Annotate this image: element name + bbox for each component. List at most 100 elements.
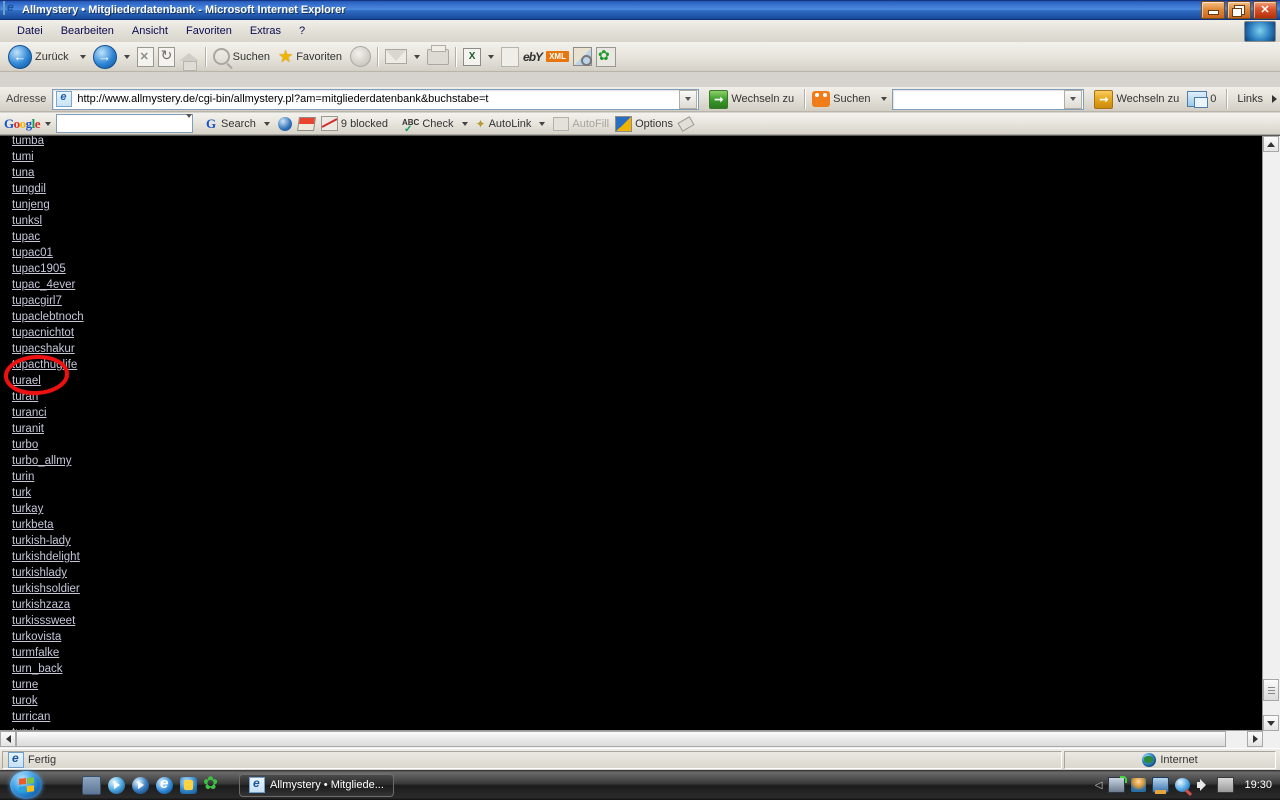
- member-link-tupacgirl7[interactable]: tupacgirl7: [12, 293, 84, 309]
- start-button[interactable]: [10, 771, 42, 799]
- menu-item-help[interactable]: ?: [290, 23, 314, 39]
- home-button[interactable]: [177, 44, 201, 71]
- refresh-button[interactable]: [156, 44, 177, 70]
- scroll-up-button[interactable]: [1263, 136, 1279, 152]
- member-link-turanit[interactable]: turanit: [12, 421, 84, 437]
- print-button[interactable]: [425, 44, 451, 70]
- member-link-turanci[interactable]: turanci: [12, 405, 84, 421]
- forward-history-dropdown-icon[interactable]: [123, 54, 130, 59]
- horizontal-scroll-thumb[interactable]: [16, 731, 1226, 747]
- menu-item-datei[interactable]: Datei: [8, 23, 52, 39]
- menu-item-ansicht[interactable]: Ansicht: [123, 23, 177, 39]
- forward-button[interactable]: →: [91, 44, 119, 70]
- member-link-tunksl[interactable]: tunksl: [12, 213, 84, 229]
- secondary-go-button[interactable]: ➞ Wechseln zu: [1092, 86, 1185, 112]
- member-link-turkay[interactable]: turkay: [12, 501, 84, 517]
- member-link-tuna[interactable]: tuna: [12, 165, 84, 181]
- google-search-button[interactable]: G Search: [201, 114, 259, 134]
- search-button[interactable]: Suchen: [211, 44, 276, 70]
- show-desktop-icon[interactable]: [82, 775, 101, 795]
- member-link-turan[interactable]: turan: [12, 389, 84, 405]
- close-button[interactable]: ✕: [1253, 1, 1277, 19]
- security-zone-panel[interactable]: Internet: [1064, 750, 1276, 769]
- media-player-icon[interactable]: [108, 776, 125, 794]
- scroll-down-button[interactable]: [1263, 715, 1279, 731]
- member-link-tupac_4ever[interactable]: tupac_4ever: [12, 277, 84, 293]
- member-link-turkbeta[interactable]: turkbeta: [12, 517, 84, 533]
- vertical-scroll-thumb[interactable]: [1263, 679, 1279, 701]
- popup-blocker-button[interactable]: 9 blocked: [318, 114, 391, 134]
- notes-button[interactable]: [499, 44, 521, 70]
- horizontal-scrollbar[interactable]: [0, 730, 1263, 748]
- google-history-dropdown-button[interactable]: [186, 113, 193, 130]
- member-link-tunjeng[interactable]: tunjeng: [12, 197, 84, 213]
- member-link-tupaclebtnoch[interactable]: tupaclebtnoch: [12, 309, 84, 325]
- member-link-turk[interactable]: turk: [12, 485, 84, 501]
- member-link-tumba[interactable]: tumba: [12, 136, 84, 149]
- network-icon[interactable]: [1108, 776, 1128, 793]
- google-options-button[interactable]: Options: [612, 114, 676, 134]
- member-link-tupac1905[interactable]: tupac1905: [12, 261, 84, 277]
- member-link-tupac01[interactable]: tupac01: [12, 245, 84, 261]
- member-link-turne[interactable]: turne: [12, 677, 84, 693]
- excel-export-button[interactable]: X: [461, 44, 483, 70]
- window-list-button[interactable]: 0: [1185, 86, 1222, 112]
- media-button[interactable]: [348, 44, 373, 70]
- member-link-tupacthuglife[interactable]: tupacthuglife: [12, 357, 84, 373]
- excel-dropdown-icon[interactable]: [488, 54, 495, 59]
- member-link-turmfalke[interactable]: turmfalke: [12, 645, 84, 661]
- member-link-turbo_allmy[interactable]: turbo_allmy: [12, 453, 84, 469]
- google-search-input[interactable]: [56, 113, 194, 133]
- google-menu-dropdown-icon[interactable]: [45, 121, 52, 126]
- taskbar-item-allmystery[interactable]: Allmystery • Mitgliede...: [239, 773, 394, 797]
- member-link-turbo[interactable]: turbo: [12, 437, 84, 453]
- member-link-turrican[interactable]: turrican: [12, 709, 84, 725]
- rss-button[interactable]: XML: [544, 44, 571, 70]
- security-center-icon[interactable]: [1131, 778, 1147, 792]
- google-bookmarks-button[interactable]: [295, 114, 318, 134]
- search-tray-icon[interactable]: [1175, 778, 1191, 792]
- stop-button[interactable]: [135, 44, 156, 70]
- secondary-search-dropdown-button[interactable]: [1064, 89, 1083, 109]
- dictionary-button[interactable]: [571, 44, 594, 70]
- member-link-tupacnichtot[interactable]: tupacnichtot: [12, 325, 84, 341]
- restore-button[interactable]: [1227, 1, 1251, 19]
- member-link-turkishzaza[interactable]: turkishzaza: [12, 597, 84, 613]
- member-link-tupacshakur[interactable]: tupacshakur: [12, 341, 84, 357]
- links-bar-button[interactable]: Links: [1232, 86, 1279, 112]
- member-link-turkisssweet[interactable]: turkisssweet: [12, 613, 84, 629]
- minimize-button[interactable]: [1201, 1, 1225, 19]
- favorites-button[interactable]: ★ Favoriten: [276, 44, 348, 70]
- google-pagerank-button[interactable]: [275, 114, 295, 134]
- member-link-turkishlady[interactable]: turkishlady: [12, 565, 84, 581]
- internet-explorer-icon[interactable]: [156, 775, 173, 794]
- clock[interactable]: 19:30: [1244, 779, 1272, 791]
- secondary-search-combobox[interactable]: [892, 88, 1085, 110]
- icq-button[interactable]: [594, 44, 618, 70]
- icq-icon[interactable]: [203, 773, 221, 794]
- go-button[interactable]: ➞ Wechseln zu: [707, 86, 800, 112]
- member-link-turkish-lady[interactable]: turkish-lady: [12, 533, 84, 549]
- autolink-button[interactable]: ✦ AutoLink: [473, 114, 535, 134]
- scroll-left-button[interactable]: [0, 731, 16, 747]
- back-history-dropdown-icon[interactable]: [79, 54, 86, 59]
- volume-icon[interactable]: [1196, 778, 1211, 792]
- windows-update-icon[interactable]: [1152, 777, 1170, 794]
- display-icon[interactable]: [1217, 777, 1235, 793]
- menu-item-favoriten[interactable]: Favoriten: [177, 23, 241, 39]
- member-link-tungdil[interactable]: tungdil: [12, 181, 84, 197]
- media-player-2-icon[interactable]: [132, 776, 149, 794]
- tray-expand-icon[interactable]: ◁: [1095, 780, 1103, 791]
- autolink-dropdown-icon[interactable]: [539, 121, 546, 126]
- member-link-turkishsoldier[interactable]: turkishsoldier: [12, 581, 84, 597]
- member-link-tumi[interactable]: tumi: [12, 149, 84, 165]
- member-link-turin[interactable]: turin: [12, 469, 84, 485]
- member-link-turn_back[interactable]: turn_back: [12, 661, 84, 677]
- messenger-icon[interactable]: [180, 776, 197, 794]
- mail-dropdown-icon[interactable]: [414, 54, 421, 59]
- scroll-right-button[interactable]: [1247, 731, 1263, 747]
- spell-check-dropdown-icon[interactable]: [461, 121, 468, 126]
- member-link-tupac[interactable]: tupac: [12, 229, 84, 245]
- google-eraser-button[interactable]: [676, 114, 696, 134]
- url-text[interactable]: http://www.allmystery.de/cgi-bin/allmyst…: [75, 93, 679, 105]
